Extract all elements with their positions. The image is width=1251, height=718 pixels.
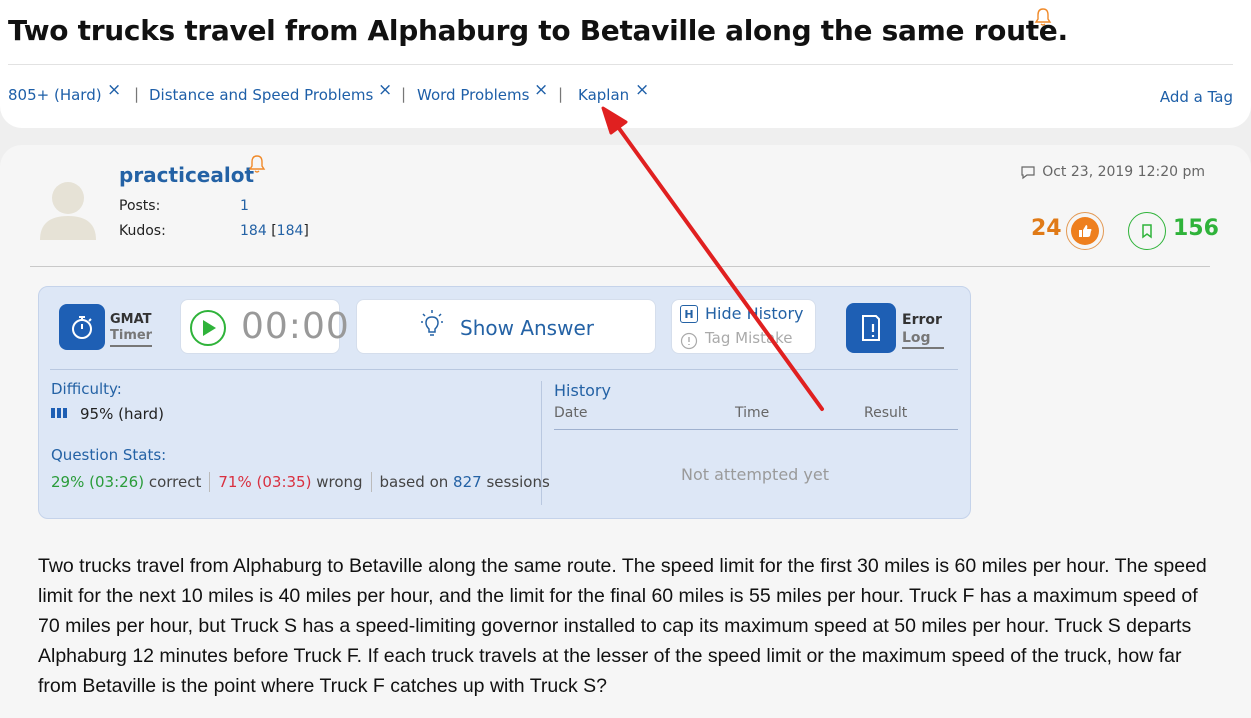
gmat-timer-button[interactable] bbox=[59, 304, 105, 350]
thumbs-up-icon bbox=[1079, 225, 1092, 237]
tag-separator: | bbox=[401, 85, 407, 103]
remove-tag-icon[interactable]: × bbox=[107, 80, 121, 100]
difficulty-value: 95% (hard) bbox=[80, 405, 164, 423]
follow-bell-icon[interactable] bbox=[1034, 7, 1052, 27]
bookmark-icon bbox=[1142, 224, 1152, 239]
lightbulb-icon bbox=[421, 310, 443, 336]
question-stats: 29% (03:26) correct 71% (03:35) wrong ba… bbox=[51, 472, 550, 492]
title-divider bbox=[8, 64, 1233, 65]
avatar bbox=[40, 182, 96, 240]
gmat-label: GMAT bbox=[110, 312, 152, 327]
error-log-button[interactable] bbox=[846, 303, 896, 353]
correct-time: (03:26) bbox=[89, 473, 145, 491]
remove-tag-icon[interactable]: × bbox=[534, 80, 548, 100]
kudos-value[interactable]: 184 bbox=[240, 223, 267, 239]
kudos-total: 184 [184] bbox=[240, 223, 309, 239]
correct-percent: 29% bbox=[51, 473, 85, 491]
history-empty-text: Not attempted yet bbox=[681, 465, 829, 484]
timer-label: Timer bbox=[110, 328, 152, 347]
comment-icon bbox=[1021, 165, 1035, 179]
wrong-word: wrong bbox=[316, 473, 363, 491]
history-header-divider bbox=[554, 429, 958, 430]
page-title: Two trucks travel from Alphaburg to Beta… bbox=[8, 14, 1068, 47]
difficulty-bars-icon bbox=[51, 408, 67, 418]
kudos-label: Kudos: bbox=[119, 223, 166, 239]
bookmark-button[interactable] bbox=[1128, 212, 1166, 250]
stats-separator bbox=[370, 472, 372, 492]
posts-label: Posts: bbox=[119, 198, 161, 214]
hide-history-key-icon: H bbox=[680, 305, 698, 323]
remove-tag-icon[interactable]: × bbox=[378, 80, 392, 100]
remove-tag-icon[interactable]: × bbox=[635, 80, 649, 100]
history-label: History bbox=[554, 381, 611, 400]
panel-vertical-divider bbox=[541, 381, 542, 505]
stopwatch-icon bbox=[72, 316, 92, 339]
post-date: Oct 23, 2019 12:20 pm bbox=[1020, 164, 1205, 180]
question-header: Two trucks travel from Alphaburg to Beta… bbox=[0, 0, 1251, 128]
follow-user-bell-icon[interactable] bbox=[248, 154, 266, 174]
tag-distance-speed[interactable]: Distance and Speed Problems bbox=[149, 86, 373, 104]
error-log-label[interactable]: Error Log bbox=[902, 311, 944, 349]
question-stats-label: Question Stats: bbox=[51, 446, 167, 464]
tag-separator: | bbox=[134, 85, 140, 103]
show-answer-label[interactable]: Show Answer bbox=[460, 316, 594, 340]
tag-mistake-button[interactable]: Tag Mistake bbox=[705, 329, 793, 347]
tag-kaplan[interactable]: Kaplan bbox=[578, 86, 629, 104]
wrong-percent: 71% bbox=[218, 473, 252, 491]
post-date-text: Oct 23, 2019 12:20 pm bbox=[1042, 164, 1205, 180]
posts-count[interactable]: 1 bbox=[240, 198, 249, 214]
log-label: Log bbox=[902, 329, 944, 349]
difficulty-label: Difficulty: bbox=[51, 380, 122, 398]
question-text: Two trucks travel from Alphaburg to Beta… bbox=[38, 555, 1207, 697]
tag-separator: | bbox=[558, 85, 564, 103]
kudos-button[interactable] bbox=[1066, 212, 1104, 250]
correct-word: correct bbox=[148, 473, 202, 491]
panel-divider bbox=[50, 369, 958, 370]
history-col-result: Result bbox=[864, 405, 908, 421]
error-label: Error bbox=[902, 312, 942, 328]
alert-circle-icon bbox=[680, 332, 698, 350]
stats-separator bbox=[209, 472, 211, 492]
play-timer-icon[interactable] bbox=[189, 309, 227, 347]
gmat-timer-label[interactable]: GMAT Timer bbox=[110, 312, 152, 347]
history-col-date: Date bbox=[554, 405, 588, 421]
add-tag-link[interactable]: Add a Tag bbox=[1160, 88, 1233, 106]
kudos-count: 24 bbox=[1031, 216, 1062, 241]
username-link[interactable]: practicealot bbox=[119, 163, 254, 187]
sessions-count: 827 bbox=[453, 473, 482, 491]
bookmark-count: 156 bbox=[1173, 216, 1219, 241]
tag-word-problems[interactable]: Word Problems bbox=[417, 86, 529, 104]
history-col-time: Time bbox=[735, 405, 770, 421]
timer-display: 00:00 bbox=[241, 306, 350, 347]
tag-805-hard[interactable]: 805+ (Hard) bbox=[8, 86, 102, 104]
error-log-icon bbox=[862, 315, 880, 341]
based-on-text: based on bbox=[379, 473, 449, 491]
wrong-time: (03:35) bbox=[256, 473, 312, 491]
hide-history-button[interactable]: Hide History bbox=[705, 304, 803, 323]
kudos-given[interactable]: 184 bbox=[277, 223, 304, 239]
post-divider bbox=[30, 266, 1210, 267]
